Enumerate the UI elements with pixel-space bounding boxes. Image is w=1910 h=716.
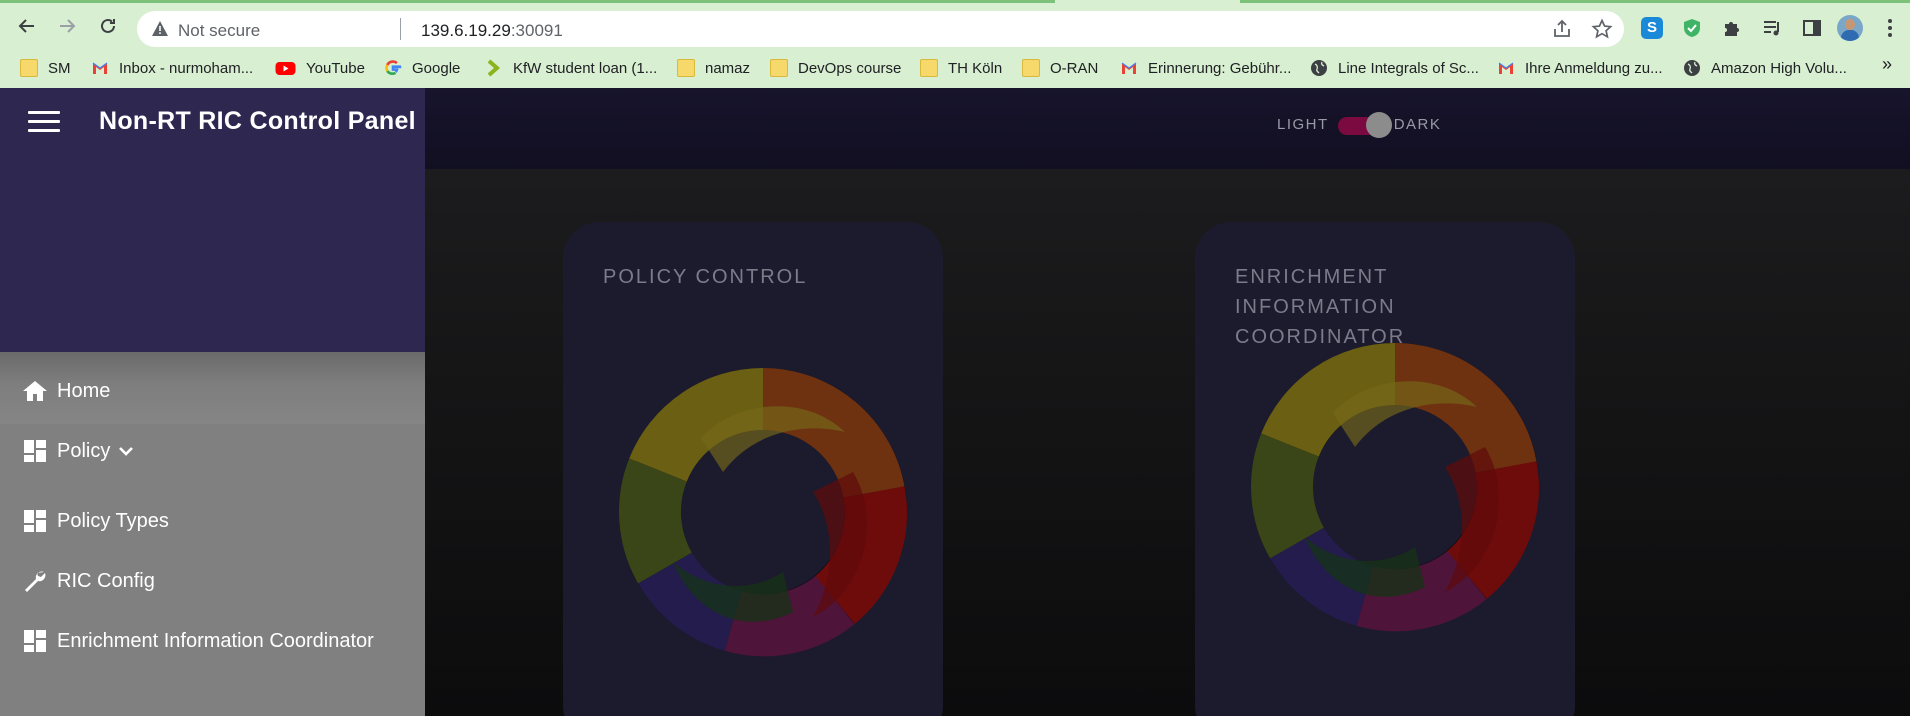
sidebar-item-policy[interactable]: Policy	[22, 434, 134, 468]
bookmark-th-koln[interactable]: TH Köln	[920, 57, 1002, 79]
bookmark-star-icon[interactable]	[1591, 18, 1613, 40]
sidebar-item-ric-config[interactable]: RIC Config	[22, 564, 155, 598]
warning-icon[interactable]	[151, 20, 169, 37]
youtube-icon	[275, 62, 296, 75]
card-title: POLICY CONTROL	[603, 266, 808, 288]
bookmark-label: Inbox - nurmoham...	[119, 59, 254, 77]
sidebar-item-label: Home	[57, 379, 111, 402]
bookmark-label: Line Integrals of Sc...	[1338, 59, 1479, 77]
gmail-icon	[92, 62, 108, 74]
bookmark-o-ran[interactable]: O-RAN	[1022, 57, 1098, 79]
bookmark-label: DevOps course	[798, 59, 902, 77]
sidebar-item-label: Enrichment Information Coordinator	[57, 629, 374, 652]
dashboard-icon	[22, 438, 48, 464]
light-label: LIGHT	[1277, 115, 1329, 133]
url-host: 139.6.19.29	[421, 21, 511, 40]
bookmark-label: Erinnerung: Gebühr...	[1148, 59, 1292, 77]
media-queue-icon[interactable]	[1759, 15, 1785, 41]
folder-icon	[920, 59, 938, 77]
bookmark-label: KfW student loan (1...	[513, 59, 658, 77]
dark-label: DARK	[1393, 115, 1442, 133]
hamburger-menu-icon[interactable]	[28, 109, 62, 135]
ring-logo	[613, 362, 913, 662]
bookmark-label: Amazon High Volu...	[1711, 59, 1847, 77]
more-bookmarks-button[interactable]: »	[1882, 54, 1892, 75]
forward-arrow-icon	[60, 19, 76, 33]
reload-button[interactable]	[93, 11, 123, 41]
bookmark-devops[interactable]: DevOps course	[770, 57, 901, 79]
bookmark-kfw[interactable]: KfW student loan (1...	[485, 57, 657, 79]
bookmark-label: O-RAN	[1050, 59, 1099, 77]
switch-knob[interactable]	[1365, 112, 1392, 138]
bookmark-inbox[interactable]: Inbox - nurmoham...	[91, 57, 253, 79]
bookmark-label: TH Köln	[948, 59, 1003, 77]
url-text[interactable]: 139.6.19.29:30091	[421, 21, 563, 41]
url-divider	[400, 18, 401, 40]
bookmark-label: namaz	[705, 59, 751, 77]
bookmark-label: SM	[48, 59, 71, 77]
ring-logo	[1245, 337, 1545, 637]
bookmark-amazon[interactable]: Amazon High Volu...	[1683, 57, 1847, 79]
folder-icon	[677, 59, 695, 77]
home-icon	[22, 378, 48, 404]
chevron-down-icon[interactable]	[118, 445, 134, 457]
browser-menu-icon[interactable]	[1877, 15, 1903, 41]
back-arrow-icon	[18, 19, 34, 33]
extensions-puzzle-icon[interactable]	[1719, 15, 1745, 41]
google-icon	[385, 60, 402, 75]
kfw-icon	[487, 59, 501, 77]
bookmark-label: YouTube	[306, 59, 365, 77]
app-title: Non-RT RIC Control Panel	[99, 107, 416, 135]
sidebar-item-label: RIC Config	[57, 569, 155, 592]
shield-extension-icon[interactable]	[1679, 15, 1705, 41]
forward-button[interactable]	[52, 11, 82, 41]
browser-toolbar: Not secure 139.6.19.29:30091 S	[0, 3, 1910, 49]
gmail-icon	[1121, 62, 1137, 74]
policy-control-card[interactable]: POLICY CONTROL	[563, 222, 943, 716]
globe-icon	[1311, 60, 1327, 76]
bookmark-namaz[interactable]: namaz	[677, 57, 750, 79]
browser-chrome: Not secure 139.6.19.29:30091 S SM Inbox …	[0, 0, 1910, 88]
globe-icon	[1684, 60, 1700, 76]
bookmark-sm[interactable]: SM	[20, 57, 71, 79]
bookmark-ihre-anmeldung[interactable]: Ihre Anmeldung zu...	[1497, 57, 1663, 79]
bookmark-google[interactable]: Google	[384, 57, 460, 79]
bookmark-erinnerung[interactable]: Erinnerung: Gebühr...	[1120, 57, 1291, 79]
theme-toggle: LIGHT DARK	[1277, 112, 1442, 138]
share-icon[interactable]	[1551, 18, 1573, 40]
folder-icon	[770, 59, 788, 77]
side-panel-icon[interactable]	[1799, 15, 1825, 41]
address-bar[interactable]: Not secure 139.6.19.29:30091	[137, 11, 1624, 47]
sidebar-item-policy-types[interactable]: Policy Types	[22, 504, 169, 538]
bookmark-line-integrals[interactable]: Line Integrals of Sc...	[1310, 57, 1479, 79]
reload-icon	[101, 18, 115, 33]
sidebar-nav: Home Policy Policy Types RIC Config Enri…	[0, 352, 425, 716]
back-button[interactable]	[12, 11, 42, 41]
url-port: :30091	[510, 21, 563, 40]
sidebar-item-enrichment-information-coordinator[interactable]: Enrichment Information Coordinator	[22, 624, 374, 658]
wrench-icon	[22, 568, 48, 594]
folder-icon	[1022, 59, 1040, 77]
security-status[interactable]: Not secure	[178, 21, 260, 41]
bookmark-label: Google	[412, 59, 461, 77]
sidebar-item-label: Policy	[57, 439, 111, 462]
bookmark-youtube[interactable]: YouTube	[275, 57, 365, 79]
folder-icon	[20, 59, 38, 77]
profile-avatar[interactable]	[1837, 15, 1863, 41]
dark-mode-switch[interactable]	[1337, 112, 1392, 138]
sidebar-item-label: Policy Types	[57, 509, 169, 532]
skype-extension-icon[interactable]: S	[1639, 15, 1665, 41]
sidebar-item-home[interactable]: Home	[22, 374, 110, 408]
enrichment-information-coordinator-card[interactable]: ENRICHMENT INFORMATION COORDINATOR	[1195, 222, 1575, 716]
dashboard-icon	[22, 508, 48, 534]
bookmarks-bar: SM Inbox - nurmoham... YouTube Google Kf…	[0, 52, 1910, 84]
bookmark-label: Ihre Anmeldung zu...	[1525, 59, 1663, 77]
dashboard-icon	[22, 628, 48, 654]
gmail-icon	[1498, 62, 1514, 74]
